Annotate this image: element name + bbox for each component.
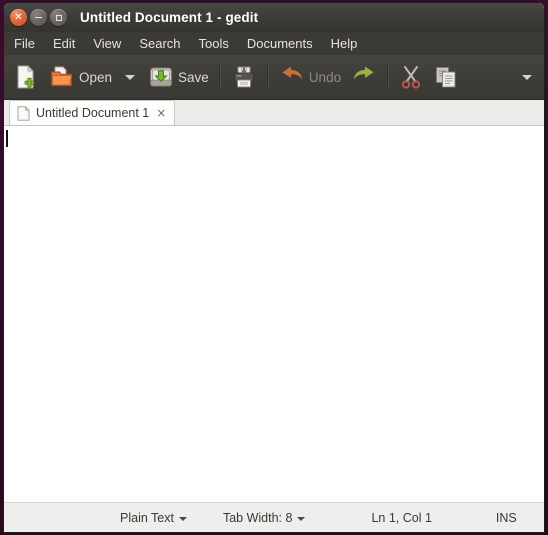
open-folder-icon: [49, 64, 75, 90]
close-window-button[interactable]: ✕: [10, 9, 27, 26]
menu-item-help[interactable]: Help: [329, 35, 360, 52]
open-button-label: Open: [79, 69, 113, 85]
status-bar: Plain Text Tab Width: 8 Ln 1, Col 1 INS: [4, 502, 544, 532]
open-button[interactable]: Open: [44, 59, 117, 95]
tab-untitled-document-1[interactable]: Untitled Document 1 ×: [9, 100, 176, 125]
tab-close-icon[interactable]: ×: [155, 107, 167, 119]
desktop-background: ✕ Untitled Document 1 - gedit File Edit …: [0, 0, 548, 535]
main-toolbar: Open Save Undo: [4, 55, 544, 100]
document-icon: [17, 105, 30, 121]
save-disk-icon: [148, 64, 174, 90]
redo-button[interactable]: [346, 59, 382, 95]
menu-item-view[interactable]: View: [91, 35, 123, 52]
undo-button-label: Undo: [308, 69, 342, 85]
open-dropdown-button[interactable]: [117, 59, 143, 95]
print-button[interactable]: [226, 59, 262, 95]
toolbar-separator: [218, 64, 221, 90]
menu-item-file[interactable]: File: [12, 35, 37, 52]
menu-bar: File Edit View Search Tools Documents He…: [4, 32, 544, 55]
gedit-window: ✕ Untitled Document 1 - gedit File Edit …: [4, 3, 544, 532]
language-label: Plain Text: [120, 510, 174, 525]
tab-width-selector[interactable]: Tab Width: 8: [219, 511, 309, 525]
chevron-down-icon: [297, 516, 306, 521]
insert-mode-indicator[interactable]: INS: [492, 511, 521, 525]
copy-icon: [433, 64, 459, 90]
cursor-position-label: Ln 1, Col 1: [371, 510, 432, 525]
menu-item-search[interactable]: Search: [137, 35, 182, 52]
title-bar: ✕ Untitled Document 1 - gedit: [4, 3, 544, 32]
toolbar-separator: [387, 64, 390, 90]
text-editor-area[interactable]: [4, 126, 544, 502]
toolbar-separator: [266, 64, 269, 90]
undo-button[interactable]: Undo: [274, 59, 346, 95]
maximize-icon: [55, 14, 62, 21]
menu-item-documents[interactable]: Documents: [245, 35, 315, 52]
maximize-window-button[interactable]: [50, 9, 67, 26]
language-selector[interactable]: Plain Text: [116, 511, 191, 525]
tab-strip: Untitled Document 1 ×: [4, 100, 544, 126]
chevron-down-icon: [522, 74, 532, 80]
print-icon: [231, 64, 257, 90]
cursor-position: Ln 1, Col 1: [367, 511, 435, 525]
window-controls: ✕: [4, 9, 67, 26]
cut-button[interactable]: [394, 59, 428, 95]
toolbar-overflow-button[interactable]: [514, 59, 540, 95]
chevron-down-icon: [125, 74, 136, 80]
scissors-icon: [399, 64, 423, 90]
chevron-down-icon: [178, 516, 187, 521]
close-icon: ✕: [14, 11, 23, 23]
new-document-button[interactable]: [8, 59, 44, 95]
window-title: Untitled Document 1 - gedit: [80, 10, 259, 25]
menu-item-tools[interactable]: Tools: [197, 35, 231, 52]
copy-button[interactable]: [428, 59, 464, 95]
undo-arrow-icon: [279, 66, 305, 88]
redo-arrow-icon: [351, 66, 377, 88]
tab-label: Untitled Document 1: [36, 106, 150, 120]
minimize-icon: [35, 16, 42, 19]
text-cursor: [6, 130, 8, 147]
insert-mode-label: INS: [495, 510, 517, 525]
menu-item-edit[interactable]: Edit: [51, 35, 77, 52]
minimize-window-button[interactable]: [30, 9, 47, 26]
tab-width-label: Tab Width: 8: [222, 510, 293, 525]
new-document-icon: [13, 64, 39, 90]
save-button[interactable]: Save: [143, 59, 214, 95]
save-button-label: Save: [178, 69, 209, 85]
